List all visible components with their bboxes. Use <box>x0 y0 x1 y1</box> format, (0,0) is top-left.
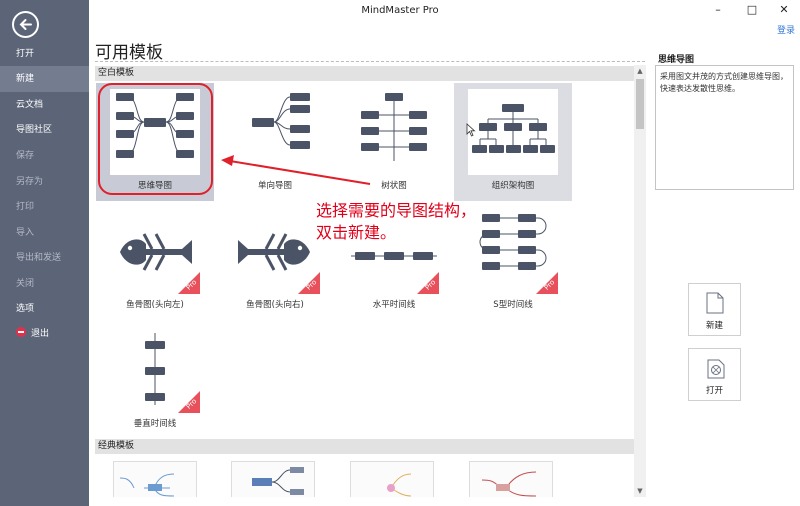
sidebar-item-export-send[interactable]: 导出和发送 <box>0 245 89 271</box>
template-label: 垂直时间线 <box>133 419 177 429</box>
template-tree[interactable]: 树状图 <box>335 83 453 201</box>
template-label: S型时间线 <box>493 300 533 310</box>
scroll-thumb[interactable] <box>636 79 644 129</box>
new-document-icon <box>706 292 724 314</box>
sidebar-item-cloud-docs[interactable]: 云文档 <box>0 92 89 118</box>
scroll-down-icon[interactable]: ▼ <box>634 485 646 497</box>
template-label: 水平时间线 <box>372 300 416 310</box>
open-button[interactable]: 打开 <box>688 348 741 401</box>
sidebar: 打开 新建 云文档 导图社区 保存 另存为 打印 导入 导出和发送 关闭 选项 … <box>0 0 89 506</box>
close-button[interactable]: ✕ <box>773 1 795 19</box>
preview-description: 采用图文并茂的方式创建思维导图，快速表达发散性思维。 <box>655 65 794 190</box>
login-link[interactable]: 登录 <box>777 23 795 36</box>
sidebar-item-new[interactable]: 新建 <box>0 66 89 92</box>
preview-title: 思维导图 <box>658 55 695 65</box>
sidebar-item-exit[interactable]: 退出 <box>0 321 89 347</box>
exit-icon <box>16 327 26 337</box>
divider <box>95 61 645 62</box>
template-vertical-timeline[interactable]: Pro 垂直时间线 <box>96 321 214 439</box>
back-arrow-icon <box>19 19 32 30</box>
annotation-text: 选择需要的导图结构，双击新建。 <box>316 201 477 242</box>
main-scrollbar[interactable]: ▲ ▼ <box>634 65 646 497</box>
open-file-icon <box>707 359 725 379</box>
sidebar-item-community[interactable]: 导图社区 <box>0 117 89 143</box>
sidebar-item-close[interactable]: 关闭 <box>0 271 89 297</box>
new-button-label: 新建 <box>705 321 723 331</box>
classic-thumbnail <box>481 471 537 497</box>
sidebar-item-open[interactable]: 打开 <box>0 41 89 67</box>
section-header-classic: 经典模板 <box>95 439 634 454</box>
highlight-circle <box>98 83 213 195</box>
back-button[interactable] <box>12 11 39 38</box>
classic-thumbnail <box>387 473 412 497</box>
one-way-map-thumbnail <box>252 93 310 149</box>
sidebar-item-import[interactable]: 导入 <box>0 220 89 246</box>
new-button[interactable]: 新建 <box>688 283 741 336</box>
template-fishbone-left[interactable]: Pro 鱼骨图(头向左) <box>96 202 214 320</box>
sidebar-item-save-as[interactable]: 另存为 <box>0 169 89 195</box>
sidebar-item-print[interactable]: 打印 <box>0 194 89 220</box>
template-label: 鱼骨图(头向右) <box>246 300 304 310</box>
template-label: 鱼骨图(头向左) <box>126 300 184 310</box>
section-header-blank: 空白模板 <box>95 66 634 81</box>
template-one-way-map[interactable]: 单向导图 <box>216 83 334 201</box>
template-label: 树状图 <box>381 181 407 191</box>
sidebar-item-options[interactable]: 选项 <box>0 296 89 322</box>
mouse-cursor-icon <box>466 123 476 137</box>
page-title: 可用模板 <box>95 43 163 63</box>
window-title: MindMaster Pro <box>361 5 439 16</box>
tree-thumbnail <box>361 93 427 161</box>
classic-template-1[interactable] <box>113 461 197 497</box>
open-button-label: 打开 <box>705 386 723 396</box>
classic-template-4[interactable] <box>469 461 553 497</box>
scroll-up-icon[interactable]: ▲ <box>634 65 646 77</box>
classic-template-3[interactable] <box>350 461 434 497</box>
sidebar-item-save[interactable]: 保存 <box>0 143 89 169</box>
template-label: 组织架构图 <box>491 181 535 191</box>
classic-thumbnail <box>119 473 175 497</box>
maximize-button[interactable]: □ <box>741 1 763 19</box>
template-label: 单向导图 <box>257 181 292 191</box>
org-chart-thumbnail <box>468 89 558 175</box>
minimize-button[interactable]: – <box>707 1 729 19</box>
classic-thumbnail <box>252 467 304 495</box>
template-org-chart[interactable]: 组织架构图 <box>454 83 572 201</box>
classic-template-2[interactable] <box>231 461 315 497</box>
